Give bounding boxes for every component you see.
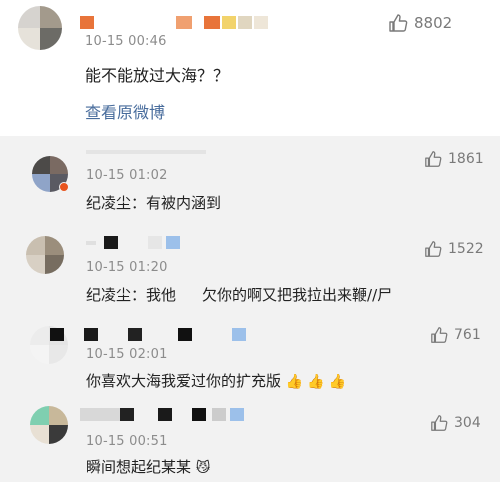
like-button[interactable]: 1522 (424, 240, 484, 258)
like-count: 304 (454, 415, 481, 431)
thumbs-up-icon (425, 151, 442, 167)
main-comment: 8802 10-15 00:46 能不能放过大海？？ 查看原微博 (0, 0, 500, 136)
like-count: 1861 (448, 151, 484, 167)
like-count: 1522 (448, 241, 484, 257)
like-button[interactable]: 8802 (388, 13, 452, 33)
reply-text: 你喜欢大海我爱过你的扩充版 👍👍👍 (86, 370, 350, 391)
reply-time: 10-15 02:01 (86, 347, 168, 362)
reply-time: 10-15 00:51 (86, 434, 168, 449)
avatar[interactable] (26, 236, 64, 274)
comment-time: 10-15 00:46 (85, 34, 167, 49)
view-original-link[interactable]: 查看原微博 (85, 99, 165, 123)
verified-badge-icon (59, 182, 69, 192)
like-count: 8802 (414, 14, 453, 32)
username-obscured[interactable] (80, 16, 282, 29)
reply-text: 纪凌尘：我他 欠你的啊又把我拉出来鞭//尸 (86, 284, 392, 305)
reply-time: 10-15 01:20 (86, 260, 168, 275)
reply-text: 瞬间想起纪某某 😼 (86, 456, 210, 477)
avatar[interactable] (18, 6, 62, 50)
like-button[interactable]: 761 (430, 326, 481, 344)
like-count: 761 (454, 327, 481, 343)
reply-text-part: 你喜欢大海我爱过你的扩充版 (86, 372, 282, 390)
like-button[interactable]: 1861 (424, 150, 484, 168)
comment-text: 能不能放过大海？？ (85, 66, 230, 85)
thumbs-up-icon (431, 327, 448, 343)
thumbs-up-icon (425, 241, 442, 257)
reply-list: 1861 10-15 01:02 纪凌尘：有被内涵到 1522 10-15 01… (0, 136, 500, 482)
cat-emoji-icon: 😼 (195, 459, 211, 476)
reply-text: 纪凌尘：有被内涵到 (86, 194, 222, 212)
username-obscured[interactable] (86, 150, 220, 154)
reply-text-part: 欠你的啊又把我拉出来鞭//尸 (202, 286, 393, 304)
username-obscured[interactable] (50, 328, 260, 341)
thumbs-up-icon (431, 415, 448, 431)
thumbs-up-emoji-icon: 👍👍👍 (285, 373, 351, 390)
reply-text-part: 瞬间想起纪某某 (86, 458, 192, 476)
username-obscured[interactable] (86, 236, 194, 249)
like-button[interactable]: 304 (430, 414, 481, 432)
reply-text-part: 纪凌尘：我他 (86, 286, 177, 304)
username-obscured[interactable] (80, 408, 258, 421)
avatar[interactable] (30, 406, 68, 444)
reply-time: 10-15 01:02 (86, 168, 168, 183)
thumbs-up-icon (389, 14, 408, 32)
